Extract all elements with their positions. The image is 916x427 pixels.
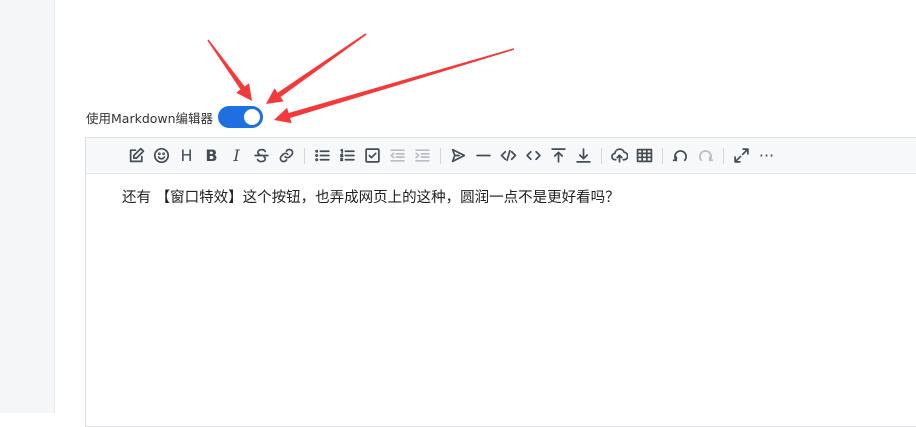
toolbar-divider: [723, 147, 724, 164]
quote-icon[interactable]: [446, 144, 471, 168]
toolbar-divider: [440, 147, 441, 164]
edit-icon[interactable]: [124, 144, 149, 168]
fullscreen-icon[interactable]: [729, 144, 754, 168]
insert-before-icon[interactable]: [546, 144, 571, 168]
left-sidebar: [0, 0, 55, 413]
editor-content[interactable]: 还有 【窗口特效】这个按钮，也弄成网页上的这种，圆润一点不是更好看吗？: [86, 174, 916, 207]
markdown-toggle-switch[interactable]: [218, 106, 264, 128]
italic-icon[interactable]: I: [224, 144, 249, 168]
annotation-arrow-2: [266, 33, 367, 104]
code-icon[interactable]: [496, 144, 521, 168]
checklist-icon[interactable]: [360, 144, 385, 168]
insert-after-icon[interactable]: [571, 144, 596, 168]
indent-icon[interactable]: [410, 144, 435, 168]
outdent-icon[interactable]: [385, 144, 410, 168]
annotation-arrow-1: [207, 39, 252, 101]
heading-icon[interactable]: H: [174, 144, 199, 168]
toolbar-divider: [304, 147, 305, 164]
more-icon[interactable]: ···: [754, 144, 779, 168]
strikethrough-icon[interactable]: [249, 144, 274, 168]
upload-icon[interactable]: [607, 144, 632, 168]
markdown-toggle-label: 使用Markdown编辑器: [86, 110, 214, 126]
editor-toolbar: H B I ···: [86, 138, 916, 174]
markdown-editor: H B I ··· 还有 【窗口特效】这个按钮，也弄成网页上的这种，圆润一点不是…: [85, 137, 916, 427]
link-icon[interactable]: [274, 144, 299, 168]
table-icon[interactable]: [632, 144, 657, 168]
markdown-toggle-row: 使用Markdown编辑器: [86, 104, 264, 130]
unordered-list-icon[interactable]: [310, 144, 335, 168]
toggle-knob: [244, 109, 261, 125]
ordered-list-icon[interactable]: [335, 144, 360, 168]
toolbar-divider: [662, 147, 663, 164]
horizontal-rule-icon[interactable]: [471, 144, 496, 168]
undo-icon[interactable]: [668, 144, 693, 168]
emoji-icon[interactable]: [149, 144, 174, 168]
redo-icon[interactable]: [693, 144, 718, 168]
inline-code-icon[interactable]: [521, 144, 546, 168]
annotation-arrow-3: [274, 48, 515, 124]
bold-icon[interactable]: B: [199, 144, 224, 168]
toolbar-divider: [601, 147, 602, 164]
